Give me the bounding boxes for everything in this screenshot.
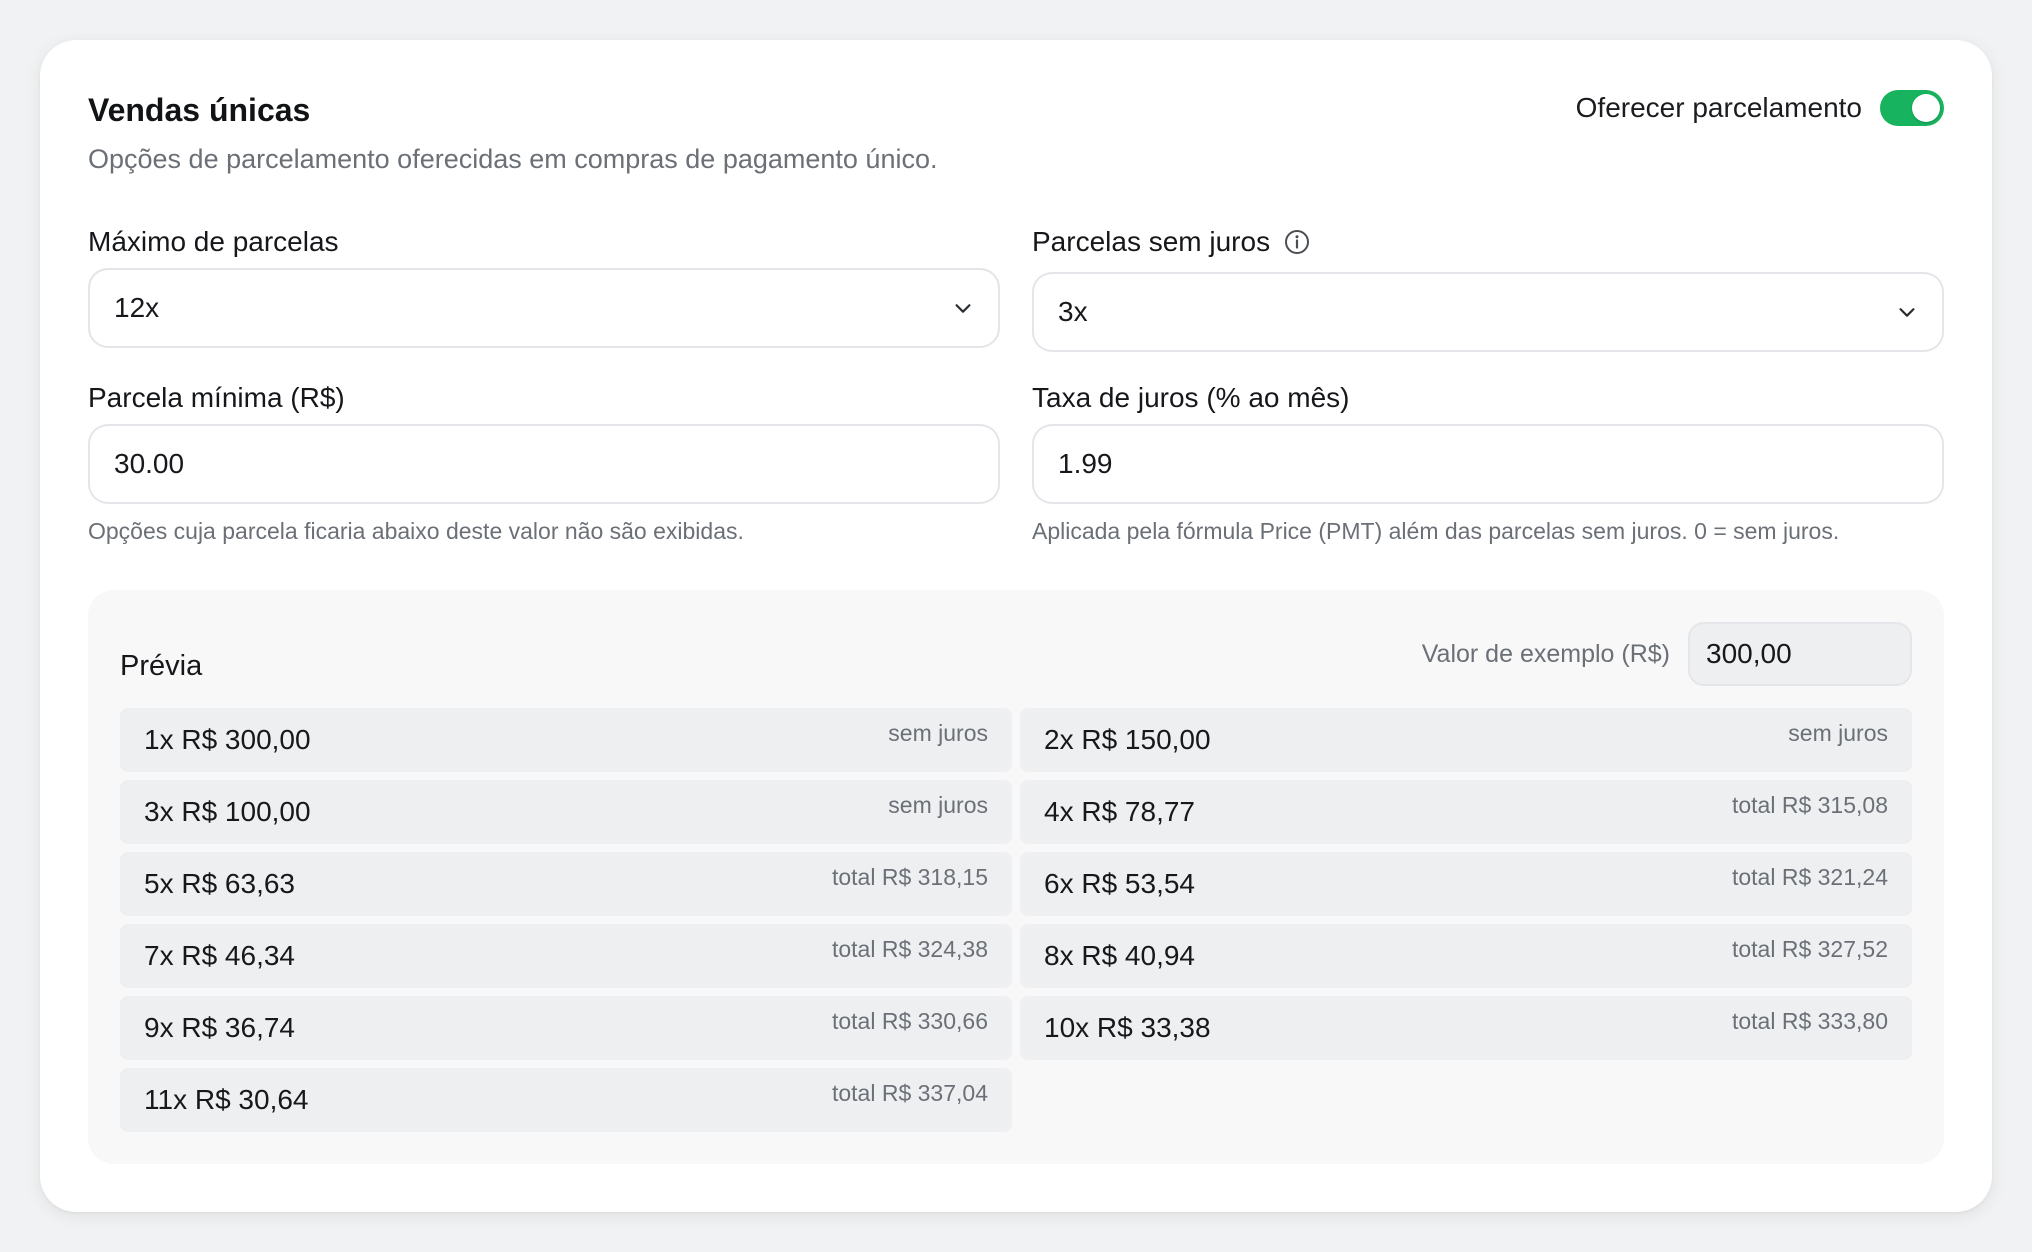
- interest-free-select[interactable]: 3x: [1032, 272, 1944, 352]
- installment-option-amount: 3x R$ 100,00: [144, 796, 311, 827]
- interest-free-label: Parcelas sem juros: [1032, 226, 1310, 258]
- installment-option-amount: 11x R$ 30,64: [144, 1084, 309, 1115]
- min-installment-hint: Opções cuja parcela ficaria abaixo deste…: [88, 518, 744, 544]
- installment-option-note: total R$ 324,38: [831, 936, 988, 962]
- min-installment-field[interactable]: [88, 424, 1000, 504]
- installment-option-amount: 1x R$ 300,00: [144, 724, 311, 755]
- installment-option-amount: 10x R$ 33,38: [1044, 1012, 1211, 1043]
- installment-option-row: 7x R$ 46,34 total R$ 324,38: [120, 924, 1012, 988]
- max-installments-label-text: Máximo de parcelas: [88, 226, 339, 257]
- chevron-down-icon: [1896, 301, 1918, 323]
- installment-option-note: total R$ 321,24: [1731, 864, 1888, 890]
- installment-option-note: sem juros: [1788, 720, 1888, 746]
- toggle-knob: [1912, 94, 1940, 122]
- example-value-field[interactable]: [1688, 622, 1912, 686]
- installment-option-row: 5x R$ 63,63 total R$ 318,15: [120, 852, 1012, 916]
- installment-option-note: total R$ 318,15: [831, 864, 988, 890]
- offer-installments-toggle-group: Oferecer parcelamento: [1576, 90, 1944, 126]
- installment-option-note: total R$ 315,08: [1731, 792, 1888, 818]
- installment-option-row: 4x R$ 78,77 total R$ 315,08: [1020, 780, 1912, 844]
- installment-option-row: 6x R$ 53,54 total R$ 321,24: [1020, 852, 1912, 916]
- min-installment-label-text: Parcela mínima (R$): [88, 382, 345, 413]
- max-installments-label: Máximo de parcelas: [88, 226, 339, 258]
- installment-option-note: total R$ 337,04: [831, 1080, 988, 1106]
- installment-option-row: 1x R$ 300,00 sem juros: [120, 708, 1012, 772]
- installment-option-row: 3x R$ 100,00 sem juros: [120, 780, 1012, 844]
- interest-rate-hint: Aplicada pela fórmula Price (PMT) além d…: [1032, 518, 1840, 544]
- max-installments-value: 12x: [114, 292, 160, 323]
- interest-rate-field[interactable]: [1032, 424, 1944, 504]
- installment-option-note: total R$ 333,80: [1731, 1008, 1888, 1034]
- installment-option-note: sem juros: [888, 720, 988, 746]
- installments-card: Vendas únicas Opções de parcelamento ofe…: [40, 40, 1992, 1212]
- installment-option-note: total R$ 330,66: [831, 1008, 988, 1034]
- interest-free-label-text: Parcelas sem juros: [1032, 226, 1271, 257]
- max-installments-select[interactable]: 12x: [88, 268, 1000, 348]
- installment-option-amount: 6x R$ 53,54: [1044, 868, 1195, 899]
- installment-option-note: sem juros: [888, 792, 988, 818]
- min-installment-input[interactable]: [114, 448, 974, 480]
- chevron-down-icon: [952, 297, 974, 319]
- preview-title: Prévia: [120, 650, 203, 682]
- example-value-input[interactable]: [1706, 638, 1894, 670]
- section-title: Vendas únicas: [88, 92, 311, 128]
- interest-rate-label: Taxa de juros (% ao mês): [1032, 382, 1349, 414]
- installment-option-row: 10x R$ 33,38 total R$ 333,80: [1020, 996, 1912, 1060]
- interest-free-value: 3x: [1058, 296, 1088, 327]
- min-installment-label: Parcela mínima (R$): [88, 382, 345, 414]
- info-icon[interactable]: [1284, 229, 1310, 255]
- preview-panel: Prévia Valor de exemplo (R$) 1x R$ 300,0…: [88, 590, 1944, 1164]
- installment-options-grid: 1x R$ 300,00 sem juros 2x R$ 150,00 sem jur…: [120, 708, 1912, 1132]
- installment-option-note: total R$ 327,52: [1731, 936, 1888, 962]
- installment-option-row: 8x R$ 40,94 total R$ 327,52: [1020, 924, 1912, 988]
- interest-rate-input[interactable]: [1058, 448, 1918, 480]
- offer-installments-toggle[interactable]: [1880, 90, 1944, 126]
- section-subtitle: Opções de parcelamento oferecidas em com…: [88, 144, 938, 174]
- installment-option-amount: 9x R$ 36,74: [144, 1012, 295, 1043]
- example-value-group: Valor de exemplo (R$): [1422, 622, 1912, 686]
- installment-option-amount: 5x R$ 63,63: [144, 868, 295, 899]
- toggle-label: Oferecer parcelamento: [1575, 92, 1862, 123]
- installment-option-amount: 2x R$ 150,00: [1044, 724, 1211, 755]
- installment-option-row: 9x R$ 36,74 total R$ 330,66: [120, 996, 1012, 1060]
- interest-rate-label-text: Taxa de juros (% ao mês): [1032, 382, 1350, 413]
- example-value-label: Valor de exemplo (R$): [1421, 639, 1670, 668]
- installment-option-amount: 8x R$ 40,94: [1044, 940, 1195, 971]
- installment-option-row: 2x R$ 150,00 sem juros: [1020, 708, 1912, 772]
- installment-option-amount: 4x R$ 78,77: [1044, 796, 1195, 827]
- installment-option-amount: 7x R$ 46,34: [144, 940, 295, 971]
- installment-option-row: 11x R$ 30,64 total R$ 337,04: [120, 1068, 1012, 1132]
